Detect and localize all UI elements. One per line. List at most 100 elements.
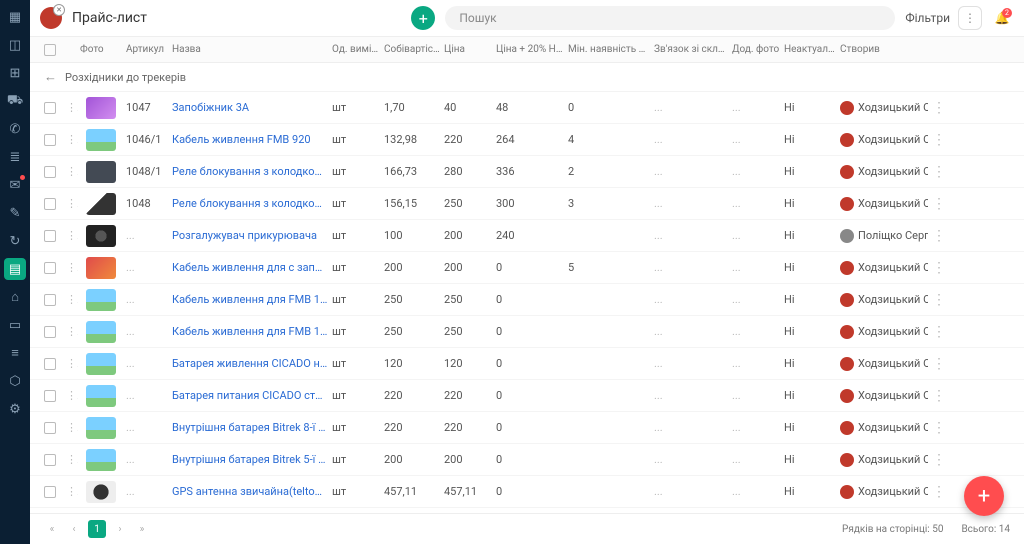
- cell-name[interactable]: Кабель живлення для FMB 140: [170, 293, 330, 306]
- col-photo[interactable]: Фото: [78, 44, 124, 55]
- sidebar-item-14[interactable]: ⚙: [4, 398, 26, 420]
- row-checkbox[interactable]: [44, 198, 56, 210]
- table-row[interactable]: ⋮...Розгалужувач прикурювачашт100200240.…: [30, 220, 1024, 252]
- sidebar-item-10[interactable]: ⌂: [4, 286, 26, 308]
- page-prev[interactable]: ‹: [66, 521, 82, 537]
- cell-creator[interactable]: Ходзицький Олег: [838, 389, 928, 403]
- page-current[interactable]: 1: [88, 520, 106, 538]
- row-checkbox[interactable]: [44, 390, 56, 402]
- col-cost[interactable]: Собівартість: [382, 44, 442, 55]
- search-input[interactable]: Пошук: [445, 6, 895, 30]
- cell-creator[interactable]: Ходзицький Олег: [838, 101, 928, 115]
- thumbnail[interactable]: [86, 289, 116, 311]
- drag-handle-icon[interactable]: ⋮: [64, 133, 78, 146]
- row-checkbox[interactable]: [44, 166, 56, 178]
- drag-handle-icon[interactable]: ⋮: [64, 101, 78, 114]
- drag-handle-icon[interactable]: ⋮: [64, 165, 78, 178]
- table-row[interactable]: ⋮...Кабель живлення для FMB 140шт2502500…: [30, 284, 1024, 316]
- cell-name[interactable]: Запобіжник 3А: [170, 101, 330, 114]
- row-menu-icon[interactable]: ⋮: [928, 260, 950, 276]
- row-menu-icon[interactable]: ⋮: [928, 164, 950, 180]
- row-checkbox[interactable]: [44, 358, 56, 370]
- sidebar-item-13[interactable]: ⬡: [4, 370, 26, 392]
- row-menu-icon[interactable]: ⋮: [928, 452, 950, 468]
- drag-handle-icon[interactable]: ⋮: [64, 357, 78, 370]
- cell-creator[interactable]: Ходзицький Олег: [838, 453, 928, 467]
- thumbnail[interactable]: [86, 161, 116, 183]
- cell-name[interactable]: Внутрішня батарея Bitrek 8-ї серії: [170, 421, 330, 434]
- row-checkbox[interactable]: [44, 486, 56, 498]
- notifications-icon[interactable]: 🔔2: [990, 6, 1014, 30]
- table-row[interactable]: ⋮1048Реле блокування з колодкою 12в.шт15…: [30, 188, 1024, 220]
- drag-handle-icon[interactable]: ⋮: [64, 325, 78, 338]
- drag-handle-icon[interactable]: ⋮: [64, 197, 78, 210]
- row-menu-icon[interactable]: ⋮: [928, 132, 950, 148]
- cell-creator[interactable]: Ходзицький Олег: [838, 261, 928, 275]
- cell-creator[interactable]: Ходзицький Олег: [838, 325, 928, 339]
- sidebar-item-9[interactable]: ▤: [4, 258, 26, 280]
- row-checkbox[interactable]: [44, 454, 56, 466]
- cell-name[interactable]: Реле блокування з колодкою 24в.: [170, 165, 330, 178]
- back-icon[interactable]: ←: [44, 69, 57, 85]
- filters-link[interactable]: Фільтри: [905, 11, 950, 25]
- cell-creator[interactable]: Ходзицький Олег: [838, 197, 928, 211]
- cell-creator[interactable]: Ходзицький Олег: [838, 293, 928, 307]
- thumbnail[interactable]: [86, 417, 116, 439]
- table-row[interactable]: ⋮1047Запобіжник 3Ашт1,7040480......НіХод…: [30, 92, 1024, 124]
- select-all-checkbox[interactable]: [44, 44, 56, 56]
- cell-creator[interactable]: Ходзицький Олег: [838, 165, 928, 179]
- per-page-label[interactable]: Рядків на сторінці: 50: [842, 524, 943, 535]
- drag-handle-icon[interactable]: ⋮: [64, 389, 78, 402]
- table-row[interactable]: ⋮...GPS антенна звичайна(teltonika,bitre…: [30, 476, 1024, 508]
- sidebar-item-3[interactable]: ⛟: [4, 90, 26, 112]
- col-min-stock[interactable]: Мін. наявність на складі: [566, 44, 652, 55]
- table-row[interactable]: ⋮1046/1Кабель живлення FMB 920шт132,9822…: [30, 124, 1024, 156]
- row-menu-icon[interactable]: ⋮: [928, 228, 950, 244]
- col-price-vat[interactable]: Ціна + 20% НДС: [494, 44, 566, 55]
- col-name[interactable]: Назва: [170, 44, 330, 55]
- thumbnail[interactable]: [86, 513, 116, 514]
- drag-handle-icon[interactable]: ⋮: [64, 229, 78, 242]
- add-button[interactable]: +: [411, 6, 435, 30]
- cell-creator[interactable]: Ходзицький Олег: [838, 485, 928, 499]
- col-stock-link[interactable]: Зв'язок зі складом: [652, 44, 730, 55]
- cell-creator[interactable]: Поліщко Сергій: [838, 229, 928, 243]
- sidebar-item-12[interactable]: ≡: [4, 342, 26, 364]
- sidebar-item-8[interactable]: ↻: [4, 230, 26, 252]
- drag-handle-icon[interactable]: ⋮: [64, 485, 78, 498]
- cell-name[interactable]: Батарея живлення CICADO нова: [170, 357, 330, 370]
- page-first[interactable]: «: [44, 521, 60, 537]
- table-row[interactable]: ⋮...Батарея живлення CICADO новашт120120…: [30, 348, 1024, 380]
- page-last[interactable]: »: [134, 521, 150, 537]
- drag-handle-icon[interactable]: ⋮: [64, 293, 78, 306]
- cell-name[interactable]: Кабель живлення для с запобіжником FMB 9…: [170, 261, 330, 274]
- table-row[interactable]: ⋮...Кабель живлення для FMB 125шт2502500…: [30, 316, 1024, 348]
- row-menu-icon[interactable]: ⋮: [928, 100, 950, 116]
- cell-creator[interactable]: Ходзицький Олег: [838, 357, 928, 371]
- row-checkbox[interactable]: [44, 262, 56, 274]
- row-menu-icon[interactable]: ⋮: [928, 324, 950, 340]
- row-checkbox[interactable]: [44, 102, 56, 114]
- col-price[interactable]: Ціна: [442, 44, 494, 55]
- col-sku[interactable]: Артикул: [124, 44, 170, 55]
- row-menu-icon[interactable]: ⋮: [928, 196, 950, 212]
- cell-name[interactable]: GPS антенна звичайна(teltonika,bitrek(8,…: [170, 485, 330, 498]
- col-unit[interactable]: Од. виміру: [330, 44, 382, 55]
- sidebar-item-5[interactable]: ≣: [4, 146, 26, 168]
- sidebar-item-6[interactable]: ✉: [4, 174, 26, 196]
- thumbnail[interactable]: [86, 225, 116, 247]
- row-menu-icon[interactable]: ⋮: [928, 388, 950, 404]
- row-menu-icon[interactable]: ⋮: [928, 356, 950, 372]
- drag-handle-icon[interactable]: ⋮: [64, 261, 78, 274]
- row-checkbox[interactable]: [44, 294, 56, 306]
- table-row[interactable]: ⋮...Кабель живлення для с запобіжником F…: [30, 252, 1024, 284]
- cell-name[interactable]: Батарея питания CICADO старая: [170, 389, 330, 402]
- drag-handle-icon[interactable]: ⋮: [64, 421, 78, 434]
- thumbnail[interactable]: [86, 129, 116, 151]
- sidebar-item-2[interactable]: ⊞: [4, 62, 26, 84]
- more-button[interactable]: ⋮: [958, 6, 982, 30]
- user-avatar[interactable]: [40, 7, 62, 29]
- cell-name[interactable]: Кабель живлення для FMB 125: [170, 325, 330, 338]
- cell-name[interactable]: Реле блокування з колодкою 12в.: [170, 197, 330, 210]
- row-menu-icon[interactable]: ⋮: [928, 420, 950, 436]
